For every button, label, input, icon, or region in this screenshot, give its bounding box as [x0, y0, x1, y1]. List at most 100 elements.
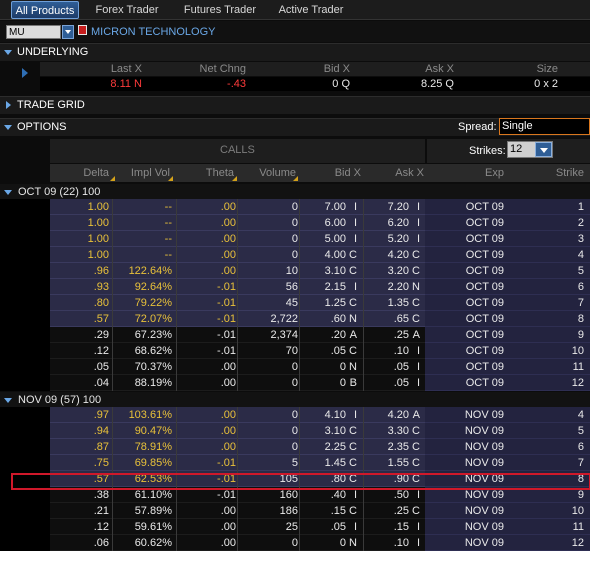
strike-cell: 10 — [571, 505, 584, 517]
tab-active-trader[interactable]: Active Trader — [270, 1, 352, 19]
ask-cell[interactable]: 3.30 — [388, 425, 409, 437]
option-row[interactable]: .87 78.91% .00 0 2.25 C 2.35 C NOV 09 6 — [0, 439, 590, 455]
ask-cell[interactable]: 4.20 — [388, 249, 409, 261]
strikes-dropdown-icon[interactable] — [535, 142, 552, 157]
bid-cell[interactable]: .15 — [331, 505, 346, 517]
theta-cell: .00 — [220, 265, 236, 277]
ask-cell[interactable]: 2.20 — [388, 281, 409, 293]
bid-cell[interactable]: 0 — [340, 361, 346, 373]
tab-all-products[interactable]: All Products — [11, 1, 79, 19]
bid-cell[interactable]: .05 — [331, 521, 346, 533]
col-volume[interactable]: Volume — [259, 167, 296, 179]
bid-exchange-cell: N — [349, 313, 357, 325]
bid-cell[interactable]: 7.00 — [325, 201, 346, 213]
expand-arrow-icon[interactable] — [22, 68, 28, 78]
option-row[interactable]: .12 68.62% -.01 70 .05 C .10 I OCT 09 10 — [0, 343, 590, 359]
column-separator — [112, 375, 113, 391]
bid-cell[interactable]: 3.10 — [325, 265, 346, 277]
bid-cell[interactable]: 1.25 — [325, 297, 346, 309]
ask-cell[interactable]: .65 — [394, 313, 409, 325]
ask-cell[interactable]: 7.20 — [388, 201, 409, 213]
option-row[interactable]: .94 90.47% .00 0 3.10 C 3.30 C NOV 09 5 — [0, 423, 590, 439]
collapse-triangle-icon[interactable] — [4, 190, 12, 195]
bid-cell[interactable]: 5.00 — [325, 233, 346, 245]
collapse-triangle-icon[interactable] — [4, 125, 12, 130]
option-row[interactable]: .06 60.62% .00 0 0 N .10 I NOV 09 12 — [0, 535, 590, 551]
col-strike[interactable]: Strike — [556, 167, 584, 179]
col-delta[interactable]: Delta — [83, 167, 109, 179]
calls-label: CALLS — [220, 144, 255, 156]
bid-cell[interactable]: 4.10 — [325, 409, 346, 421]
ask-value[interactable]: 8.25 Q — [421, 78, 454, 90]
ask-cell[interactable]: .10 — [394, 345, 409, 357]
delta-cell: .80 — [93, 297, 109, 309]
symbol-input[interactable]: MU — [6, 25, 61, 39]
bid-cell[interactable]: 1.45 — [325, 457, 346, 469]
strike-cells-background — [425, 359, 590, 375]
ask-cell[interactable]: 6.20 — [388, 217, 409, 229]
volume-cell: 0 — [291, 201, 298, 213]
ask-cell[interactable]: 2.35 — [388, 441, 409, 453]
column-separator — [176, 295, 177, 311]
bid-cell[interactable]: 0 — [340, 377, 346, 389]
column-separator — [237, 295, 238, 311]
ask-cell[interactable]: 3.20 — [388, 265, 409, 277]
spread-select[interactable]: Single — [499, 118, 590, 135]
column-separator — [112, 503, 113, 519]
ask-cell[interactable]: .25 — [394, 329, 409, 341]
option-row[interactable]: .04 88.19% .00 0 0 B .05 I OCT 09 12 — [0, 375, 590, 391]
exp-cell: OCT 09 — [465, 265, 504, 277]
option-row[interactable]: .05 70.37% .00 0 0 N .05 I OCT 09 11 — [0, 359, 590, 375]
ask-cell[interactable]: .05 — [394, 377, 409, 389]
col-theta[interactable]: Theta — [206, 167, 234, 179]
expiration-group-header[interactable]: NOV 09 (57) 100 — [0, 392, 590, 408]
ask-cell[interactable]: .05 — [394, 361, 409, 373]
option-row[interactable]: .97 103.61% .00 0 4.10 I 4.20 A NOV 09 4 — [0, 407, 590, 423]
option-row[interactable]: .75 69.85% -.01 5 1.45 C 1.55 C NOV 09 7 — [0, 455, 590, 471]
bid-cell[interactable]: .05 — [331, 345, 346, 357]
col-exp[interactable]: Exp — [485, 167, 504, 179]
option-row[interactable]: 1.00 -- .00 0 7.00 I 7.20 I OCT 09 1 — [0, 199, 590, 215]
col-impl-vol[interactable]: Impl Vol — [131, 167, 170, 179]
trade-grid-section-header[interactable]: TRADE GRID — [0, 96, 590, 114]
bid-cell[interactable]: 3.10 — [325, 425, 346, 437]
expiration-group-header[interactable]: OCT 09 (22) 100 — [0, 184, 590, 200]
ask-cell[interactable]: 5.20 — [388, 233, 409, 245]
option-row[interactable]: .96 122.64% .00 10 3.10 C 3.20 C OCT 09 5 — [0, 263, 590, 279]
expand-triangle-icon[interactable] — [6, 101, 11, 109]
bid-cell[interactable]: 4.00 — [325, 249, 346, 261]
bid-cell[interactable]: 0 — [340, 537, 346, 549]
ask-cell[interactable]: 4.20 — [388, 409, 409, 421]
underlying-section-header[interactable]: UNDERLYING — [0, 43, 590, 61]
ask-cell[interactable]: .15 — [394, 521, 409, 533]
tab-futures-trader[interactable]: Futures Trader — [175, 1, 265, 19]
option-row[interactable]: .21 57.89% .00 186.15 C .25 C NOV 09 10 — [0, 503, 590, 519]
option-row[interactable]: .29 67.23% -.01 2,374.20 A .25 A OCT 09 9 — [0, 327, 590, 343]
ask-cell[interactable]: .25 — [394, 505, 409, 517]
option-row[interactable]: .57 72.07% -.01 2,722 .60 N .65 C OCT 09 8 — [0, 311, 590, 327]
option-row[interactable]: 1.00 -- .00 0 5.00 I 5.20 I OCT 09 3 — [0, 231, 590, 247]
bid-cell[interactable]: .40 — [331, 489, 346, 501]
option-row[interactable]: .80 79.22% -.01 45 1.25 C 1.35 C OCT 09 7 — [0, 295, 590, 311]
collapse-triangle-icon[interactable] — [4, 398, 12, 403]
col-ask[interactable]: Ask X — [395, 167, 424, 179]
bid-exchange-cell: B — [349, 377, 357, 389]
bid-value[interactable]: 0 Q — [332, 78, 350, 90]
symbol-dropdown-icon[interactable] — [62, 25, 74, 39]
option-row[interactable]: 1.00 -- .00 0 6.00 I 6.20 I OCT 09 2 — [0, 215, 590, 231]
collapse-triangle-icon[interactable] — [4, 50, 12, 55]
ask-cell[interactable]: 1.55 — [388, 457, 409, 469]
bid-cell[interactable]: .20 — [331, 329, 346, 341]
option-row[interactable]: .93 92.64% -.01 56 2.15 I 2.20 N OCT 09 6 — [0, 279, 590, 295]
ask-cell[interactable]: .10 — [394, 537, 409, 549]
ask-cell[interactable]: 1.35 — [388, 297, 409, 309]
bid-cell[interactable]: 2.15 — [325, 281, 346, 293]
tab-forex-trader[interactable]: Forex Trader — [88, 1, 166, 19]
col-bid[interactable]: Bid X — [335, 167, 361, 179]
option-row[interactable]: 1.00 -- .00 0 4.00 C 4.20 C OCT 09 4 — [0, 247, 590, 263]
bid-cell[interactable]: 2.25 — [325, 441, 346, 453]
option-row[interactable]: .12 59.61% .00 25 .05 I .15 I NOV 09 11 — [0, 519, 590, 535]
ask-cell[interactable]: .50 — [394, 489, 409, 501]
bid-cell[interactable]: .60 — [331, 313, 346, 325]
bid-cell[interactable]: 6.00 — [325, 217, 346, 229]
